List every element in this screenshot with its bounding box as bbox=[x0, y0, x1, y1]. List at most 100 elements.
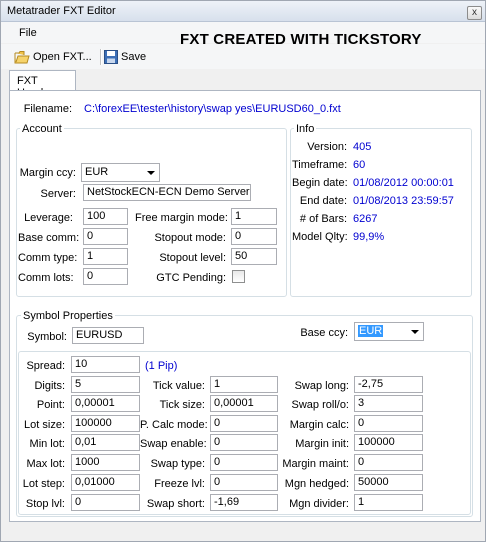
spread-label: Spread: bbox=[26, 360, 65, 372]
folder-open-icon bbox=[14, 51, 30, 64]
mgn-divider-field[interactable]: 1 bbox=[354, 494, 423, 511]
server-field[interactable]: NetStockECN-ECN Demo Server bbox=[83, 184, 251, 201]
gtc-pending-checkbox[interactable] bbox=[232, 270, 245, 283]
tick-size-field[interactable]: 0,00001 bbox=[210, 395, 278, 412]
p-calc-mode-label: P. Calc mode: bbox=[140, 419, 208, 431]
max-lot-field[interactable]: 1000 bbox=[71, 454, 140, 471]
menu-file[interactable]: File bbox=[19, 27, 37, 39]
swap-long-label: Swap long: bbox=[294, 380, 349, 392]
begin-date-label: Begin date: bbox=[292, 177, 348, 189]
stop-lvl-label: Stop lvl: bbox=[25, 498, 65, 510]
model-qlty-label: Model Qlty: bbox=[292, 231, 348, 243]
base-ccy-label: Base ccy: bbox=[300, 327, 348, 339]
comm-lots-field[interactable]: 0 bbox=[83, 268, 128, 285]
freeze-lvl-label: Freeze lvl: bbox=[154, 478, 205, 490]
gtc-pending-label: GTC Pending: bbox=[156, 272, 226, 284]
begin-date-value: 01/08/2012 00:00:01 bbox=[353, 177, 454, 189]
margin-ccy-select[interactable]: EUR bbox=[81, 163, 160, 182]
end-date-label: End date: bbox=[299, 195, 347, 207]
symbol-properties-title: Symbol Properties bbox=[21, 310, 115, 322]
stopout-mode-field[interactable]: 0 bbox=[231, 228, 277, 245]
margin-init-label: Margin init: bbox=[295, 438, 349, 450]
lot-size-field[interactable]: 100000 bbox=[71, 415, 140, 432]
min-lot-field[interactable]: 0,01 bbox=[71, 434, 140, 451]
spread-field[interactable]: 10 bbox=[71, 356, 140, 373]
timeframe-label: Timeframe: bbox=[292, 159, 348, 171]
swap-long-field[interactable]: -2,75 bbox=[354, 376, 423, 393]
swap-enable-field[interactable]: 0 bbox=[210, 434, 278, 451]
base-ccy-select[interactable]: EUR bbox=[354, 322, 424, 341]
mgn-hedged-label: Mgn hedged: bbox=[284, 478, 349, 490]
window-title: Metatrader FXT Editor bbox=[7, 5, 116, 17]
open-fxt-label: Open FXT... bbox=[33, 51, 92, 63]
margin-ccy-label: Margin ccy: bbox=[19, 167, 76, 179]
swap-enable-label: Swap enable: bbox=[140, 438, 207, 450]
lot-size-label: Lot size: bbox=[24, 419, 65, 431]
open-fxt-button[interactable]: Open FXT... bbox=[14, 48, 92, 66]
margin-maint-field[interactable]: 0 bbox=[354, 454, 423, 471]
title-bar: Metatrader FXT Editor x bbox=[1, 1, 485, 22]
tab-fxt-header[interactable]: FXT Header bbox=[9, 70, 76, 99]
swap-roll-field[interactable]: 3 bbox=[354, 395, 423, 412]
stop-lvl-field[interactable]: 0 bbox=[71, 494, 140, 511]
base-comm-field[interactable]: 0 bbox=[83, 228, 128, 245]
filename-label: Filename: bbox=[23, 103, 72, 115]
toolbar: Open FXT... Save bbox=[1, 44, 485, 69]
bars-value: 6267 bbox=[353, 213, 378, 225]
stopout-level-label: Stopout level: bbox=[159, 252, 226, 264]
margin-init-field[interactable]: 100000 bbox=[354, 434, 423, 451]
leverage-field[interactable]: 100 bbox=[83, 208, 128, 225]
free-margin-mode-label: Free margin mode: bbox=[135, 212, 228, 224]
swap-type-field[interactable]: 0 bbox=[210, 454, 278, 471]
point-label: Point: bbox=[36, 399, 65, 411]
lot-step-label: Lot step: bbox=[22, 478, 65, 490]
swap-roll-label: Swap roll/o: bbox=[291, 399, 349, 411]
stopout-level-field[interactable]: 50 bbox=[231, 248, 277, 265]
version-label: Version: bbox=[307, 141, 347, 153]
mgn-hedged-field[interactable]: 50000 bbox=[354, 474, 423, 491]
symbol-label: Symbol: bbox=[27, 331, 67, 343]
version-value: 405 bbox=[353, 141, 372, 153]
comm-type-field[interactable]: 1 bbox=[83, 248, 128, 265]
swap-short-field[interactable]: -1,69 bbox=[210, 494, 278, 511]
digits-label: Digits: bbox=[34, 380, 65, 392]
margin-maint-label: Margin maint: bbox=[282, 458, 349, 470]
point-field[interactable]: 0,00001 bbox=[71, 395, 140, 412]
chevron-down-icon bbox=[411, 330, 419, 334]
save-label: Save bbox=[121, 51, 147, 63]
tick-size-label: Tick size: bbox=[159, 399, 205, 411]
bars-label: # of Bars: bbox=[299, 213, 347, 225]
tick-value-field[interactable]: 1 bbox=[210, 376, 278, 393]
swap-short-label: Swap short: bbox=[146, 498, 205, 510]
margin-calc-field[interactable]: 0 bbox=[354, 415, 423, 432]
timeframe-value: 60 bbox=[353, 159, 366, 171]
model-qlty-value: 99,9% bbox=[353, 231, 385, 243]
stopout-mode-label: Stopout mode: bbox=[154, 232, 226, 244]
floppy-disk-icon bbox=[104, 50, 118, 64]
info-title: Info bbox=[294, 123, 317, 135]
base-ccy-value: EUR bbox=[358, 325, 384, 337]
lot-step-field[interactable]: 0,01000 bbox=[71, 474, 140, 491]
close-icon[interactable]: x bbox=[467, 6, 482, 20]
margin-ccy-value: EUR bbox=[85, 166, 109, 178]
leverage-label: Leverage: bbox=[24, 212, 73, 224]
symbol-field[interactable]: EURUSD bbox=[72, 327, 144, 344]
server-label: Server: bbox=[40, 188, 76, 200]
spread-note: (1 Pip) bbox=[145, 360, 178, 372]
chevron-down-icon bbox=[147, 171, 155, 175]
mgn-divider-label: Mgn divider: bbox=[289, 498, 349, 510]
min-lot-label: Min lot: bbox=[29, 438, 65, 450]
max-lot-label: Max lot: bbox=[26, 458, 65, 470]
filename-value: C:\forexEE\tester\history\swap yes\EURUS… bbox=[84, 103, 341, 115]
tick-value-label: Tick value: bbox=[152, 380, 205, 392]
freeze-lvl-field[interactable]: 0 bbox=[210, 474, 278, 491]
comm-lots-label: Comm lots: bbox=[18, 272, 74, 284]
p-calc-mode-field[interactable]: 0 bbox=[210, 415, 278, 432]
save-button[interactable]: Save bbox=[104, 48, 146, 66]
digits-field[interactable]: 5 bbox=[71, 376, 140, 393]
margin-calc-label: Margin calc: bbox=[289, 419, 349, 431]
base-comm-label: Base comm: bbox=[18, 232, 80, 244]
toolbar-separator bbox=[100, 49, 102, 65]
free-margin-mode-field[interactable]: 1 bbox=[231, 208, 277, 225]
account-title: Account bbox=[20, 123, 64, 135]
